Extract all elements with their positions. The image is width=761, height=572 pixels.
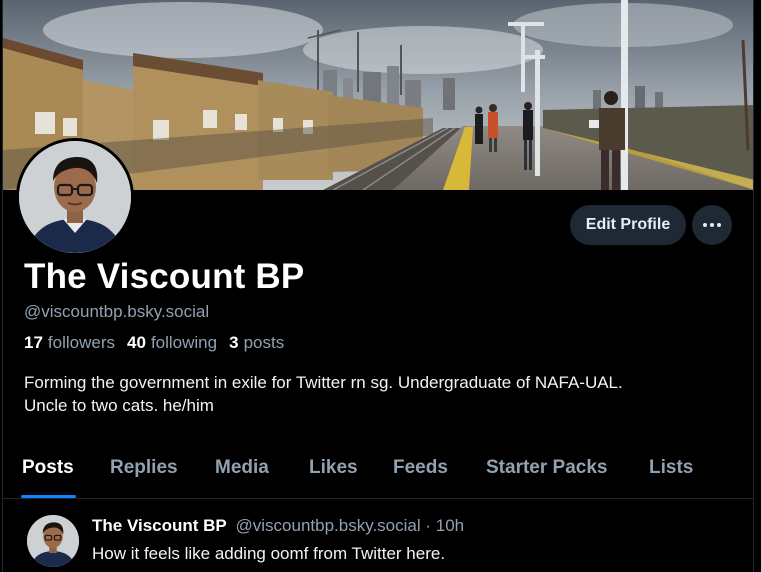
profile-bio: Forming the government in exile for Twit… [24,371,744,417]
tab-feeds[interactable]: Feeds [393,457,448,479]
profile-avatar[interactable] [16,138,134,256]
active-tab-indicator [21,495,76,498]
tab-media[interactable]: Media [215,457,269,479]
edit-profile-button[interactable]: Edit Profile [570,205,686,245]
posts-count: 3 posts [229,333,285,352]
ellipsis-icon [703,223,707,227]
display-name: The Viscount BP [24,257,305,296]
avatar-photo [19,141,131,253]
following-link[interactable]: 40 following [127,333,217,353]
more-options-button[interactable] [692,205,732,245]
post-author-handle[interactable]: @viscountbp.bsky.social [236,516,421,535]
tab-replies[interactable]: Replies [110,457,178,479]
post-author-name[interactable]: The Viscount BP [92,516,227,535]
post-author-avatar[interactable] [27,515,79,567]
profile-stats: 17 followers 40 following 3 posts [24,333,284,353]
post-header: The Viscount BP @viscountbp.bsky.social … [92,516,464,536]
profile-page: Edit Profile The Viscount BP @viscountbp… [2,0,754,572]
bio-line: Forming the government in exile for Twit… [24,373,623,392]
tab-likes[interactable]: Likes [309,457,358,479]
avatar-photo [27,515,79,567]
profile-tabs: Posts Replies Media Likes Feeds Starter … [3,440,753,499]
post-timestamp[interactable]: · 10h [425,516,464,535]
bio-line: Uncle to two cats. he/him [24,396,214,415]
tab-posts[interactable]: Posts [22,457,74,479]
tab-lists[interactable]: Lists [649,457,693,479]
profile-handle: @viscountbp.bsky.social [24,302,210,321]
tab-starter-packs[interactable]: Starter Packs [486,457,607,479]
post-text: How it feels like adding oomf from Twitt… [92,544,446,563]
followers-link[interactable]: 17 followers [24,333,115,353]
